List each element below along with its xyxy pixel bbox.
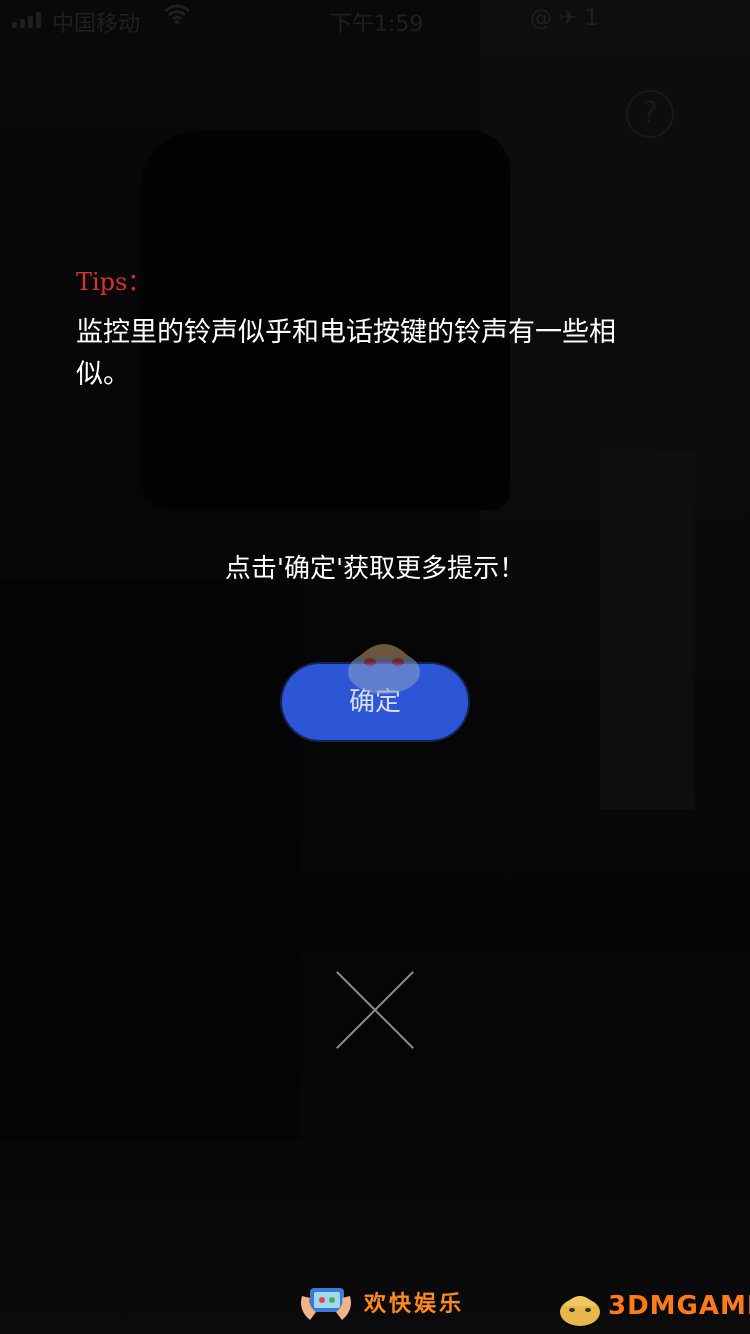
gamepad-hand-icon — [296, 1276, 356, 1328]
more-tips-prompt: 点击'确定'获取更多提示！ — [224, 554, 526, 584]
mascot-watermark-icon — [338, 628, 430, 698]
mascot-logo-icon — [556, 1284, 604, 1328]
game-screen: 中国移动 下午1:59 @ ✈ 1 ? Tips： 监控里的铃声似乎和电话按键的… — [0, 0, 750, 1334]
watermark-left-text: 欢快娱乐 — [364, 1292, 465, 1317]
tips-dialog: Tips： 监控里的铃声似乎和电话按键的铃声有一些相似。 点击'确定'获取更多提… — [0, 0, 750, 1334]
watermark-left: 欢快娱乐 — [296, 1276, 464, 1328]
tips-title: Tips： — [76, 268, 152, 296]
watermark-right: 3DMGAME — [556, 1284, 750, 1328]
tips-text: 监控里的铃声似乎和电话按键的铃声有一些相似。 — [76, 317, 616, 390]
close-icon[interactable] — [333, 968, 417, 1052]
watermark-right-text: 3DMGAME — [608, 1291, 750, 1321]
